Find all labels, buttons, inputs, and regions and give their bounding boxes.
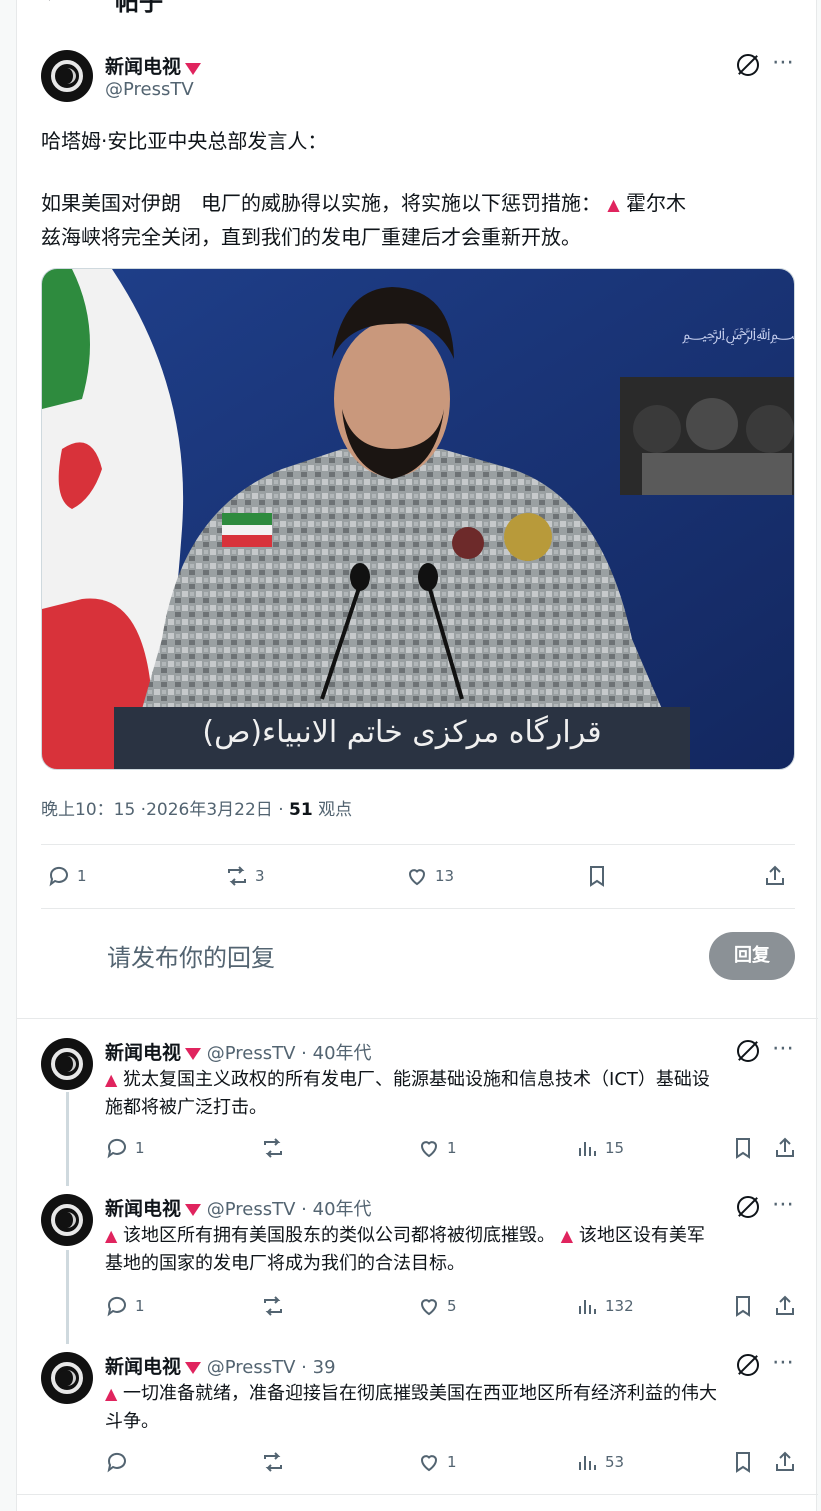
repost-icon bbox=[264, 1452, 282, 1472]
back-arrow-icon[interactable]: ← bbox=[43, 0, 65, 10]
heart-icon bbox=[420, 1141, 438, 1158]
reply-text: ▲ 犹太复国主义政权的所有发电厂、能源基础设施和信息技术（ICT）基础设 施都将被… bbox=[105, 1069, 710, 1118]
repost-icon bbox=[264, 1296, 282, 1316]
red-triangle-icon: ▲ bbox=[105, 1226, 118, 1245]
like-action[interactable]: 1 bbox=[417, 1450, 457, 1474]
top-bar: ← 帖子 bbox=[17, 0, 816, 20]
analytics-icon bbox=[579, 1300, 596, 1314]
grok-icon[interactable] bbox=[737, 1040, 759, 1062]
reply-icon bbox=[107, 1138, 126, 1159]
bookmark-action[interactable] bbox=[731, 1450, 761, 1474]
repost-action[interactable] bbox=[261, 1450, 291, 1474]
reply-action[interactable]: 1 bbox=[105, 1136, 145, 1160]
repost-icon bbox=[264, 1138, 282, 1158]
views-action[interactable]: 132 bbox=[575, 1294, 634, 1318]
views-action[interactable]: 53 bbox=[575, 1450, 624, 1474]
share-icon bbox=[776, 1137, 794, 1157]
reply-action[interactable]: 1 bbox=[105, 1294, 145, 1318]
like-action[interactable]: 5 bbox=[417, 1294, 457, 1318]
divider bbox=[17, 1018, 818, 1019]
share-icon bbox=[776, 1295, 794, 1315]
post-text-line: 兹海峡将完全关闭，直到我们的发电厂重建后才会重新开放。 bbox=[41, 225, 581, 249]
red-triangle-icon: ▲ bbox=[560, 1226, 574, 1245]
reply-action[interactable]: 1 bbox=[47, 864, 87, 888]
red-triangle-icon: ▲ bbox=[607, 195, 620, 214]
grok-icon[interactable] bbox=[737, 1196, 759, 1218]
bookmark-icon bbox=[736, 1452, 750, 1473]
reply-text: ▲ 一切准备就绪，准备迎接旨在彻底摧毁美国在西亚地区所有经济利益的伟大 斗争。 bbox=[105, 1383, 718, 1432]
bookmark-action[interactable] bbox=[731, 1294, 761, 1318]
avatar[interactable] bbox=[41, 1352, 93, 1404]
grok-icon[interactable] bbox=[737, 54, 759, 76]
more-options-icon[interactable]: ⋯ bbox=[772, 50, 794, 75]
repost-action[interactable]: 3 bbox=[225, 864, 265, 888]
thread-line bbox=[66, 1092, 69, 1186]
author-name[interactable]: 新闻电视 bbox=[105, 56, 181, 78]
divider bbox=[41, 844, 795, 845]
thread-line bbox=[66, 1250, 69, 1344]
affiliation-badge-icon bbox=[185, 1204, 202, 1216]
more-options-icon[interactable]: ⋯ bbox=[772, 1350, 794, 1375]
post-image[interactable]: ﷽ قرارگاه مرکزی خاتم الانبیاء(ص) bbox=[41, 268, 795, 770]
spokesman-photo: ﷽ bbox=[42, 269, 795, 769]
share-icon bbox=[766, 865, 784, 885]
reply-header: 新闻电视 @PressTV · 39 bbox=[105, 1356, 336, 1378]
reply-icon bbox=[107, 1296, 126, 1317]
affiliation-badge-icon bbox=[185, 62, 202, 75]
page-title: 帖子 bbox=[115, 0, 163, 16]
bookmark-action[interactable] bbox=[731, 1136, 761, 1160]
svg-text:﷽: ﷽ bbox=[682, 324, 795, 346]
avatar[interactable] bbox=[41, 1194, 93, 1246]
divider bbox=[17, 1494, 818, 1495]
analytics-icon bbox=[579, 1142, 596, 1156]
podium-banner-text: قرارگاه مرکزی خاتم الانبیاء(ص) bbox=[202, 715, 602, 750]
reply-button[interactable]: 回复 bbox=[709, 932, 795, 980]
author-handle[interactable]: @PressTV bbox=[105, 79, 194, 100]
reply-text: ▲ 该地区所有拥有美国股东的类似公司都将被彻底摧毁。 ▲ 该地区设有美军 基地的国… bbox=[105, 1225, 705, 1274]
share-action[interactable] bbox=[773, 1450, 803, 1474]
share-action[interactable] bbox=[763, 864, 793, 888]
repost-action[interactable] bbox=[261, 1294, 291, 1318]
like-action[interactable]: 1 bbox=[417, 1136, 457, 1160]
bookmark-icon bbox=[590, 866, 604, 887]
post-text-line: 哈塔姆·安比亚中央总部发言人： bbox=[41, 129, 328, 153]
reply-action[interactable] bbox=[105, 1450, 135, 1474]
avatar[interactable] bbox=[41, 1038, 93, 1090]
bookmark-action[interactable] bbox=[585, 864, 615, 888]
analytics-icon bbox=[579, 1456, 596, 1470]
heart-icon bbox=[408, 869, 426, 886]
views-action[interactable]: 15 bbox=[575, 1136, 624, 1160]
reply-icon bbox=[49, 866, 68, 887]
heart-icon bbox=[420, 1455, 438, 1472]
grok-icon[interactable] bbox=[737, 1354, 759, 1376]
affiliation-badge-icon bbox=[185, 1362, 202, 1374]
reply-input[interactable]: 请发布你的回复 bbox=[107, 938, 275, 973]
like-action[interactable]: 13 bbox=[405, 864, 454, 888]
post-meta: 晚上10：15 ·2026年3月22日 · 51 观点 bbox=[41, 800, 353, 820]
share-action[interactable] bbox=[773, 1294, 803, 1318]
timeline-column: ← 帖子 新闻电视 @PressTV ⋯ 哈塔姆·安比亚中央总部发言人： 如果美… bbox=[16, 0, 818, 1511]
red-triangle-icon: ▲ bbox=[105, 1070, 118, 1089]
share-icon bbox=[776, 1451, 794, 1471]
repost-action[interactable] bbox=[261, 1136, 291, 1160]
bookmark-icon bbox=[736, 1138, 750, 1159]
avatar[interactable] bbox=[41, 50, 93, 102]
heart-icon bbox=[420, 1299, 438, 1316]
reply-header: 新闻电视 @PressTV · 40年代 bbox=[105, 1042, 372, 1064]
reply-icon bbox=[107, 1452, 126, 1473]
more-options-icon[interactable]: ⋯ bbox=[772, 1192, 794, 1217]
more-options-icon[interactable]: ⋯ bbox=[772, 1036, 794, 1061]
affiliation-badge-icon bbox=[185, 1048, 202, 1060]
bookmark-icon bbox=[736, 1296, 750, 1317]
divider bbox=[41, 908, 795, 909]
share-action[interactable] bbox=[773, 1136, 803, 1160]
repost-icon bbox=[228, 866, 246, 886]
reply-header: 新闻电视 @PressTV · 40年代 bbox=[105, 1198, 372, 1220]
author-name-row[interactable]: 新闻电视 bbox=[105, 52, 202, 79]
red-triangle-icon: ▲ bbox=[105, 1384, 118, 1403]
post-text-line: 如果美国对伊朗 电厂的威胁得以实施，将实施以下惩罚措施： ▲ 霍尔木 bbox=[41, 191, 687, 215]
